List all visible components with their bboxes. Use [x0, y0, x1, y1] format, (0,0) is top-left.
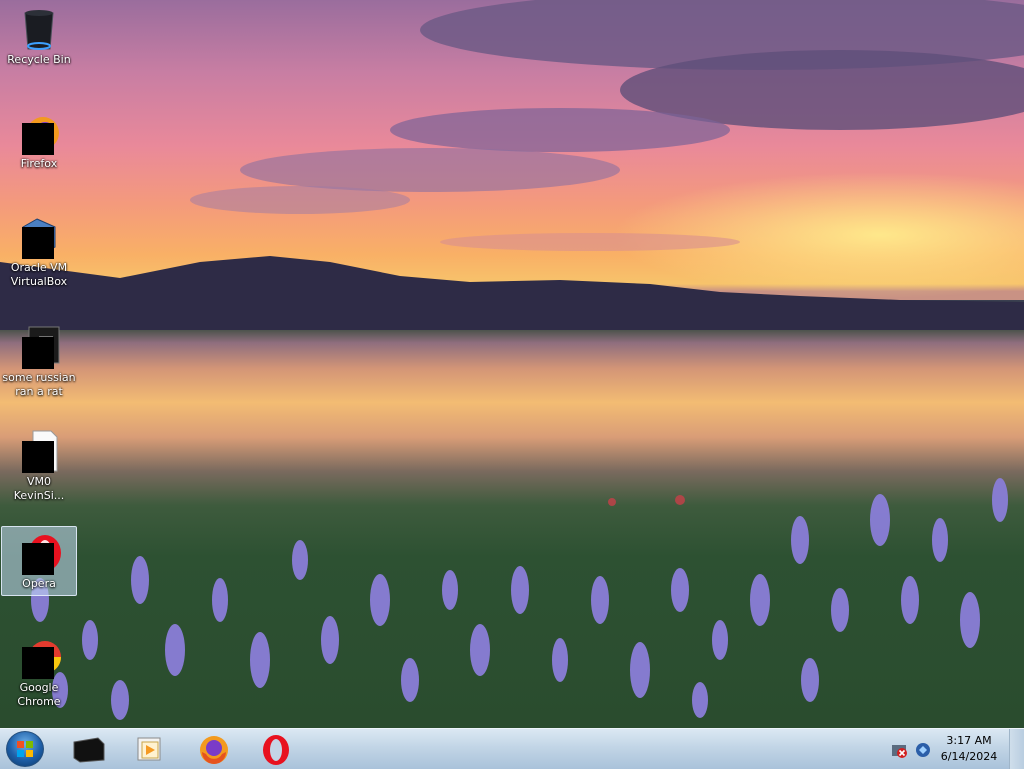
terminal-file-icon [15, 323, 63, 371]
taskbar: 3:17 AM 6/14/2024 [0, 728, 1024, 769]
virtualbox-icon [15, 213, 63, 261]
firefox-icon [200, 736, 228, 764]
clock-date: 6/14/2024 [940, 750, 998, 763]
taskbar-cmd-button[interactable] [66, 732, 110, 766]
desktop-icon-label: Recycle Bin [7, 53, 71, 66]
desktop-icon-vm0-file[interactable]: VM0 KevinSi... [1, 424, 77, 502]
desktop-icon-firefox[interactable]: Firefox [1, 106, 77, 176]
taskbar-opera-button[interactable] [254, 732, 298, 766]
clock[interactable]: 3:17 AM 6/14/2024 [936, 733, 1002, 765]
desktop-icon-label: Oracle VM VirtualBox [10, 261, 68, 288]
document-file-icon [15, 427, 63, 475]
desktop-icon-label: Google Chrome [17, 681, 61, 708]
clock-time: 3:17 AM [946, 734, 992, 747]
desktop-icon-label: some russian ran a rat [2, 371, 76, 398]
media-player-icon [137, 737, 161, 761]
desktop-icon-virtualbox[interactable]: Oracle VM VirtualBox [1, 210, 77, 288]
chrome-icon [15, 633, 63, 681]
network-error-icon[interactable] [890, 741, 908, 759]
desktop-icon-opera[interactable]: Opera [1, 526, 77, 596]
show-desktop-button[interactable] [1009, 729, 1024, 769]
opera-icon [15, 529, 63, 577]
taskbar-media-player-button[interactable] [128, 732, 172, 766]
desktop-icon-rat-file[interactable]: some russian ran a rat [1, 320, 77, 398]
wallpaper-flowers [31, 478, 1008, 720]
recycle-bin-icon [15, 5, 63, 53]
start-button[interactable] [6, 731, 44, 767]
opera-icon [263, 735, 289, 765]
windows-orb-icon [17, 741, 33, 757]
desktop-icon-label: Opera [22, 577, 56, 590]
desktop-icon-label: Firefox [20, 157, 58, 170]
desktop-icon-recycle-bin[interactable]: Recycle Bin [1, 2, 77, 72]
firefox-icon [15, 109, 63, 157]
network-icon[interactable] [914, 741, 932, 759]
desktop-icon-chrome[interactable]: Google Chrome [1, 630, 77, 708]
command-prompt-icon [73, 737, 105, 763]
desktop-icon-label: VM0 KevinSi... [13, 475, 65, 502]
taskbar-firefox-button[interactable] [192, 732, 236, 766]
